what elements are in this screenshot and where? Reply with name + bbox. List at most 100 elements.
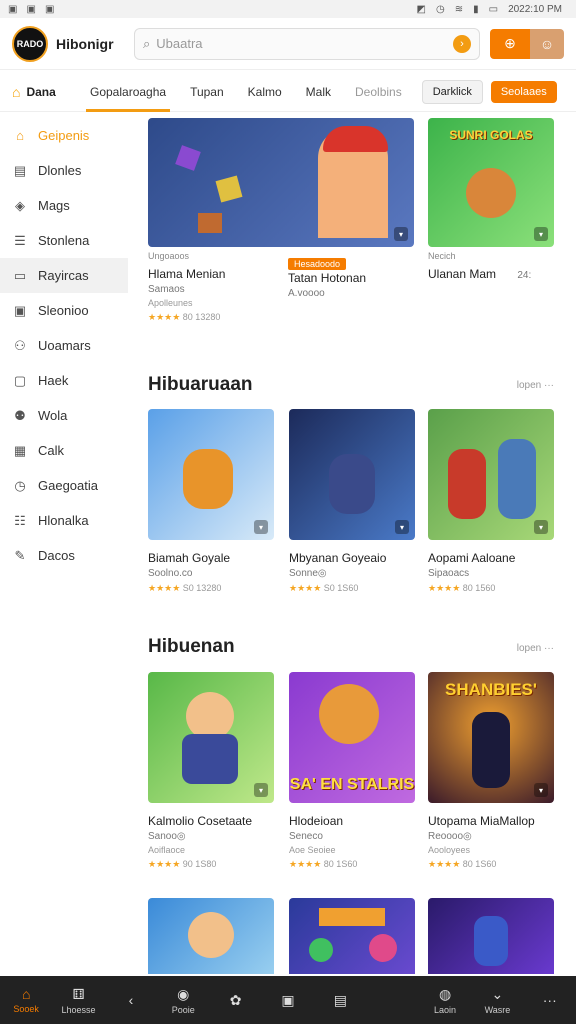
nav-item-layers[interactable]: ▤ (314, 992, 366, 1009)
bookmark-icon[interactable]: ▾ (534, 783, 548, 797)
card-title[interactable]: Tatan Hotonan (288, 271, 414, 285)
sidebar-item-label: Rayircas (38, 268, 89, 283)
tab-item[interactable]: Tupan (178, 72, 236, 112)
game-card[interactable]: SA' EN STALRIS Hlodeioan Seneco Aoe Seoi… (289, 672, 415, 870)
card-title[interactable]: Biamah Goyale (148, 551, 274, 565)
sidebar-item[interactable]: ▣ Sleonioo (0, 293, 128, 328)
tab-item[interactable]: Gopalaroagha (78, 72, 178, 112)
card-title[interactable]: Kalmolio Cosetaate (148, 814, 274, 828)
sidebar-item[interactable]: ◈ Mags (0, 188, 128, 223)
promo-pill[interactable]: Seolaaes (490, 80, 557, 103)
game-thumbnail[interactable] (148, 898, 274, 974)
card-title[interactable]: Ulanan Mam 24: (428, 267, 554, 281)
nav-item-explore[interactable]: ◉ Pooie (157, 986, 209, 1015)
nav-item-games[interactable]: ⚅ Lhoesse (52, 986, 104, 1015)
sidebar-item[interactable]: ☷ Hlonalka (0, 503, 128, 538)
search-input[interactable]: Ubaatra (156, 36, 453, 51)
box-icon: ▢ (13, 372, 27, 388)
game-card[interactable]: ▾ Mbyanan Goyeaio Sonne◎ ★★★★ S0 1S60 (289, 409, 415, 594)
bookmark-icon[interactable]: ▾ (254, 520, 268, 534)
sidebar-item[interactable]: ◷ Gaegoatia (0, 468, 128, 503)
image-icon: ▣ (13, 302, 27, 318)
section-more-link[interactable]: lopen ··· (517, 380, 554, 391)
sidebar-item[interactable]: ✎ Dacos (0, 538, 128, 573)
game-card[interactable]: ▾ Aopami Aaloane Sipaoacs ★★★★ 80 1560 (428, 409, 554, 594)
filter-pill[interactable]: Darklick (421, 79, 483, 104)
nav-item-square[interactable]: ▣ (262, 992, 314, 1009)
basket-icon[interactable]: ⊕ (490, 28, 530, 59)
game-thumbnail[interactable]: ▾ (148, 118, 414, 247)
bookmark-icon[interactable]: ▾ (254, 783, 268, 797)
tab-item[interactable]: Deolbins (343, 72, 414, 112)
sidebar-item[interactable]: ☰ Stonlena (0, 223, 128, 258)
character-art (466, 168, 516, 218)
user-avatar-icon[interactable]: ☺ (530, 28, 564, 59)
game-thumbnail[interactable] (428, 898, 554, 974)
star-rating-icon: ★★★★ (289, 859, 322, 869)
featured-card[interactable]: ▾ Hesadoodo Ungoaoos Hlama Menian Samaos… (148, 118, 414, 323)
nav-item-more[interactable]: ··· (524, 992, 576, 1008)
app-logo[interactable]: RADO (12, 25, 48, 62)
card-subtitle: Reoooo◎ (428, 831, 472, 842)
section-more-link[interactable]: lopen ··· (517, 643, 554, 654)
game-card[interactable]: SHANBIES' ▾ Utopama MiaMallop Reoooo◎ Ao… (428, 672, 554, 870)
game-thumbnail[interactable]: SHANBIES' ▾ (428, 672, 554, 803)
sidebar-item[interactable]: ⚉ Wola (0, 398, 128, 433)
home-icon: ⌂ (21, 986, 31, 1002)
square-icon: ▣ (281, 991, 295, 1008)
game-card[interactable] (148, 898, 274, 974)
nav-item-back[interactable]: ‹ (105, 992, 157, 1008)
card-subtitle: Samaos (148, 284, 185, 295)
bookmark-icon[interactable]: ▾ (395, 520, 409, 534)
nav-item-theme[interactable]: ✿ (209, 992, 261, 1009)
star-rating-icon: ★★★★ (428, 583, 461, 593)
sidebar-item[interactable]: ⌂ Geipenis (0, 118, 128, 153)
sidebar-item[interactable]: ▢ Haek (0, 363, 128, 398)
game-thumbnail[interactable]: SA' EN STALRIS (289, 672, 415, 803)
game-thumbnail[interactable]: SUNRI GOLAS ▾ (428, 118, 554, 247)
card-title[interactable]: Utopama MiaMallop (428, 814, 554, 828)
notification-icon: ◩ (416, 3, 426, 15)
tab-item[interactable]: Malk (294, 72, 343, 112)
tab-item[interactable]: Kalmo (236, 72, 294, 112)
card-rating: ★★★★ 80 1S60 (289, 859, 415, 870)
nav-label: Lhoesse (61, 1004, 96, 1015)
card-subtitle: Seneco (289, 831, 323, 842)
bookmark-icon[interactable]: ▾ (394, 227, 408, 241)
card-title[interactable]: Hlodeioan (289, 814, 415, 828)
tab-home[interactable]: ⌂ Dana (12, 84, 78, 100)
cube-art (198, 213, 222, 233)
card-title[interactable]: Mbyanan Goyeaio (289, 551, 415, 565)
nav-item-home[interactable]: ⌂ Sooek (0, 986, 52, 1014)
sidebar-item[interactable]: ▭ Rayircas (0, 258, 128, 293)
character-art (182, 734, 238, 784)
game-thumbnail[interactable]: ▾ (148, 409, 274, 540)
bookmark-icon[interactable]: ▾ (534, 520, 548, 534)
search-bar[interactable]: ⌕ Ubaatra › (134, 27, 480, 60)
game-card[interactable]: ▾ Biamah Goyale Soolno.co ★★★★ S0 13280 (148, 409, 274, 594)
arrow-right-icon[interactable]: › (453, 34, 471, 53)
sidebar-item-label: Haek (38, 373, 69, 388)
game-thumbnail[interactable]: ▾ (289, 409, 415, 540)
bookmark-icon[interactable]: ▾ (534, 227, 548, 241)
character-art (369, 934, 397, 962)
featured-card[interactable]: SUNRI GOLAS ▾ Necich Ulanan Mam 24: (428, 118, 554, 281)
nav-item-wishlist[interactable]: ⌄ Wasre (471, 986, 523, 1015)
game-thumbnail[interactable]: ▾ (428, 409, 554, 540)
rating-count: 80 1S60 (462, 859, 497, 869)
game-card[interactable]: ▾ Kalmolio Cosetaate Sanoo◎ Aoiflaoce ★★… (148, 672, 274, 870)
thumbnail-title-art: SA' EN STALRIS (289, 776, 415, 793)
nav-item-location[interactable]: ◍ Laoin (419, 986, 471, 1015)
card-title[interactable]: Aopami Aaloane (428, 551, 554, 565)
game-card[interactable] (428, 898, 554, 974)
sidebar-item[interactable]: ⚇ Uoamars (0, 328, 128, 363)
game-thumbnail[interactable]: ▾ (148, 672, 274, 803)
card-title[interactable]: Hlama Menian (148, 267, 288, 281)
card-subtitle: Soolno.co (148, 568, 193, 579)
edit-icon: ✎ (14, 547, 26, 563)
game-card[interactable] (289, 898, 415, 974)
compass-icon: ◉ (177, 985, 190, 1002)
sidebar-item[interactable]: ▦ Calk (0, 433, 128, 468)
game-thumbnail[interactable] (289, 898, 415, 974)
sidebar-item[interactable]: ▤ Dlonles (0, 153, 128, 188)
